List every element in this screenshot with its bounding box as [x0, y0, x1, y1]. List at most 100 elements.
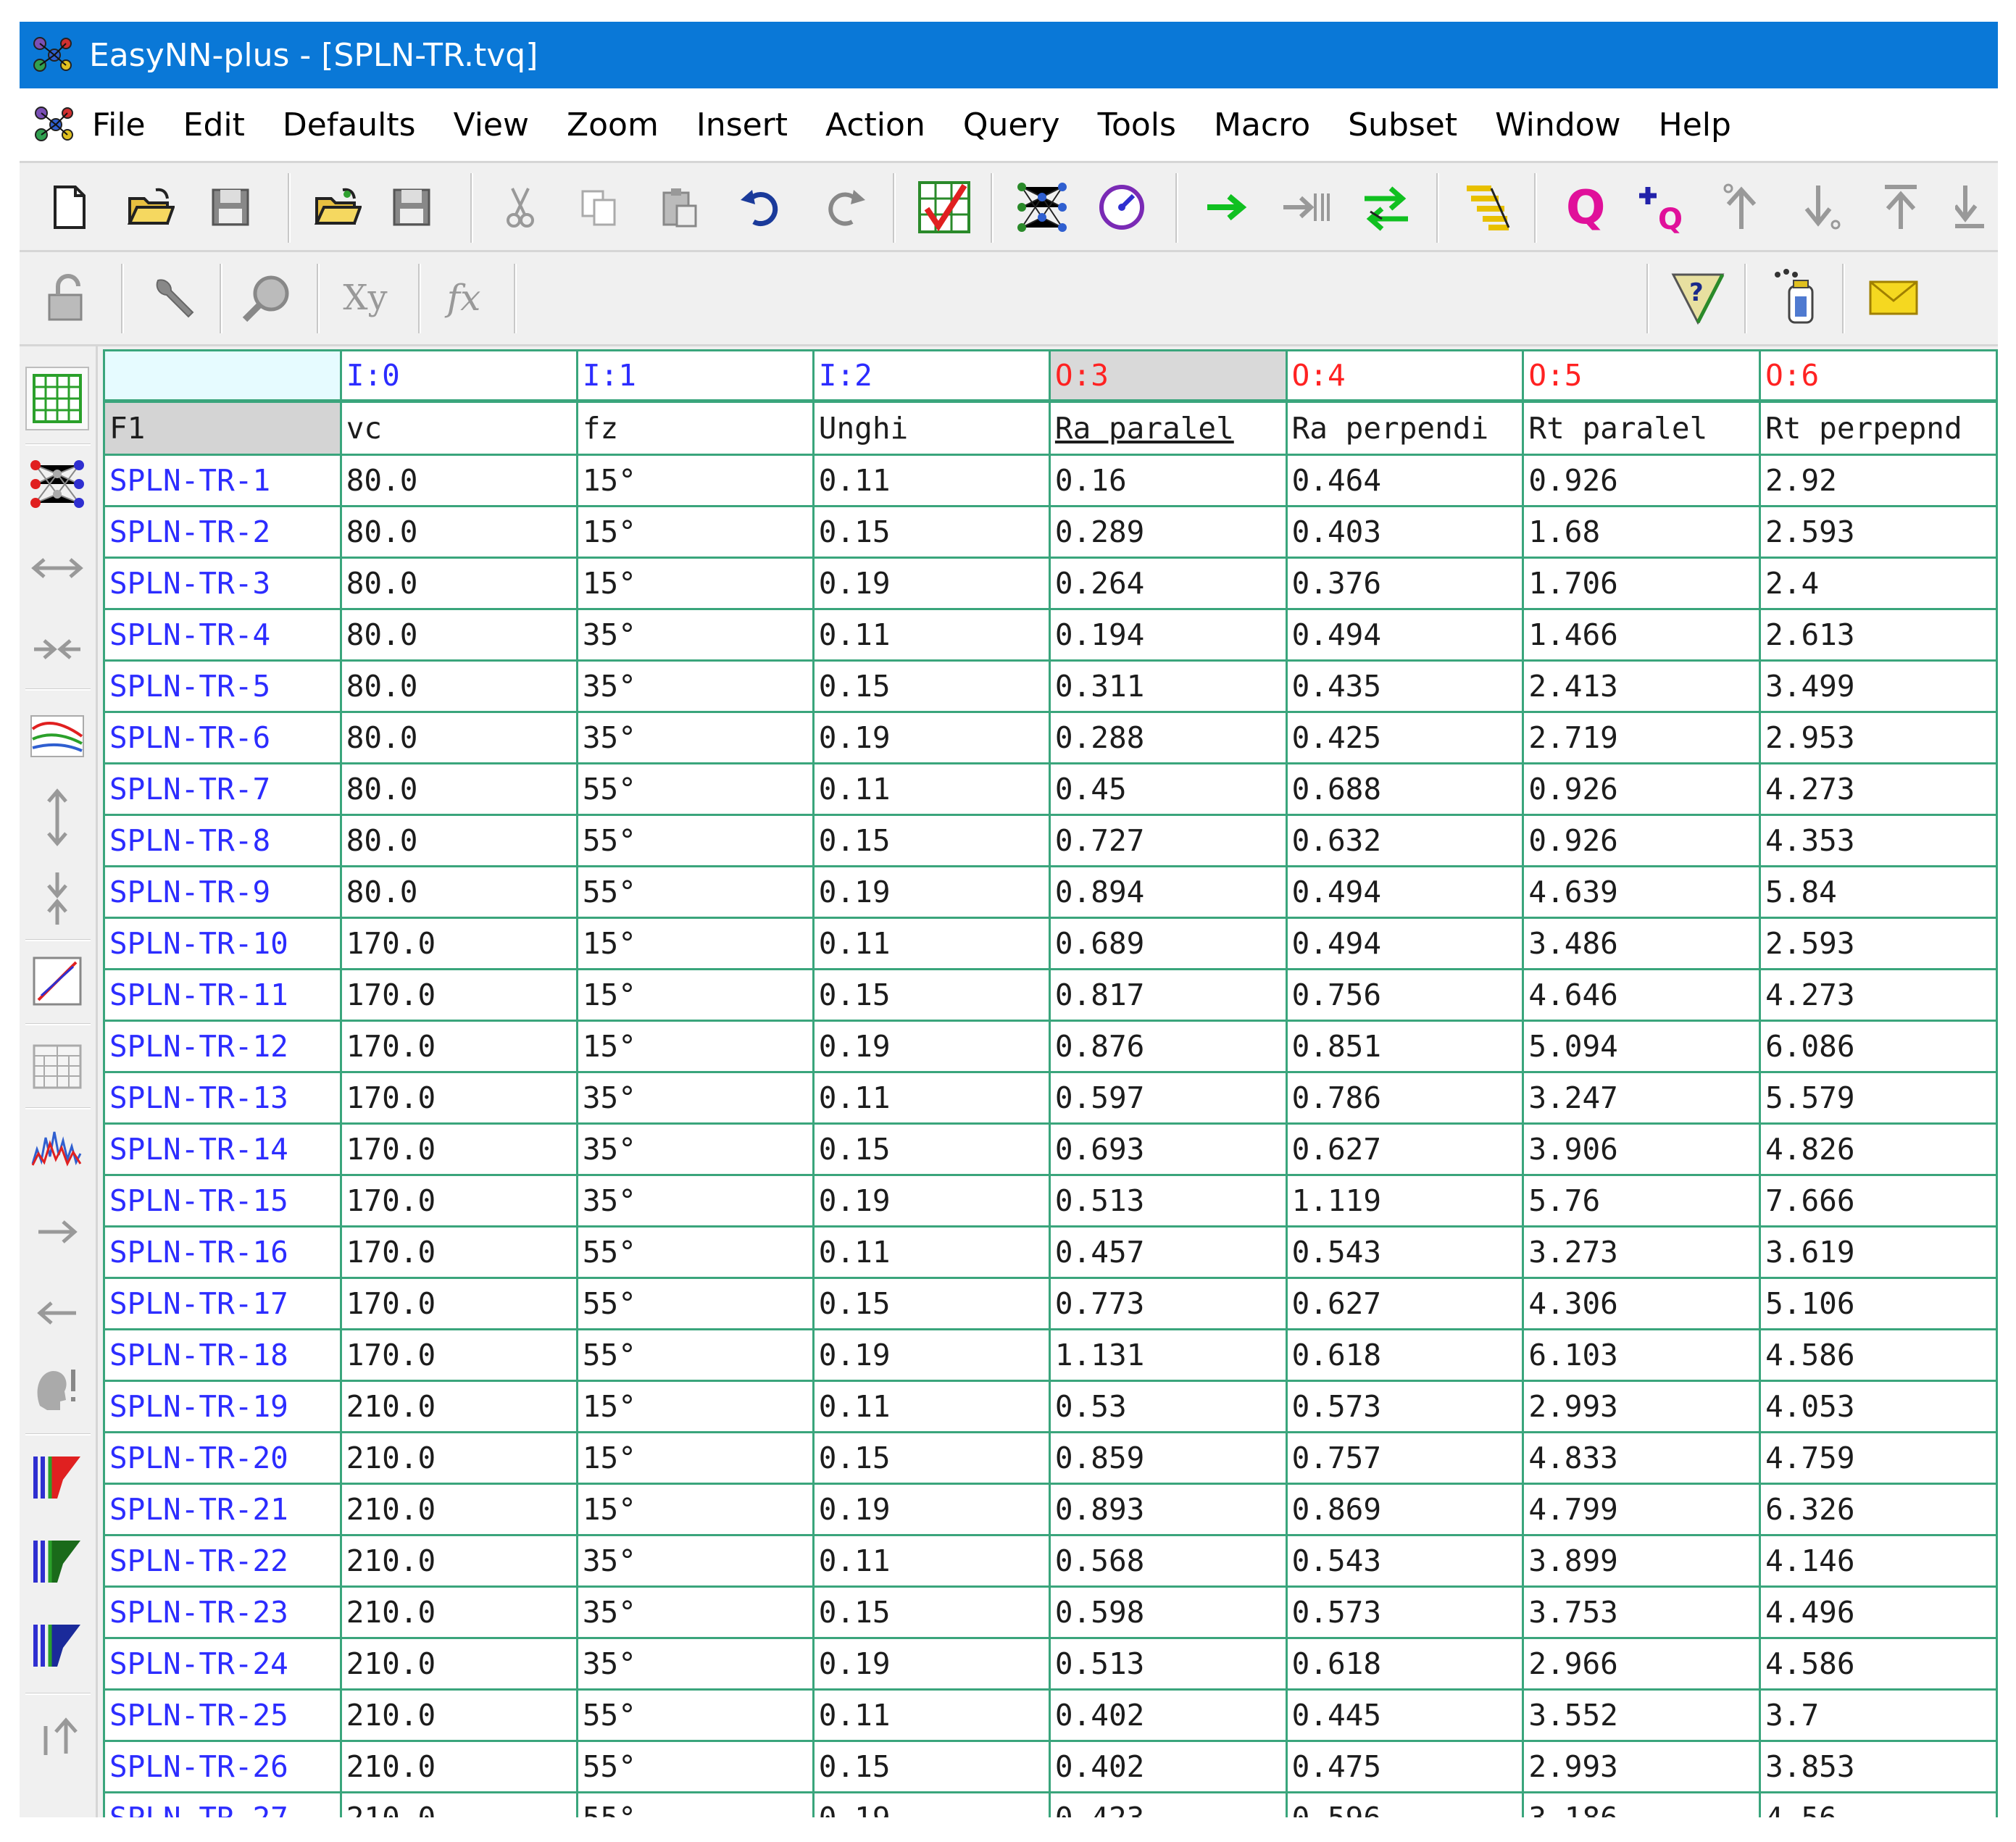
- table-cell[interactable]: 0.289: [1048, 505, 1288, 559]
- table-cell[interactable]: 170.0: [339, 1020, 578, 1073]
- table-cell[interactable]: 210.0: [339, 1585, 578, 1639]
- table-cell[interactable]: 1.466: [1522, 608, 1762, 662]
- grid-corner-cell[interactable]: [103, 349, 342, 403]
- table-cell[interactable]: 4.146: [1759, 1534, 1998, 1588]
- menu-file[interactable]: File: [92, 107, 146, 143]
- menu-subset[interactable]: Subset: [1348, 107, 1457, 143]
- table-cell[interactable]: 0.19: [812, 711, 1051, 764]
- table-cell[interactable]: 0.19: [812, 557, 1051, 610]
- new-network-button[interactable]: [1012, 178, 1072, 237]
- row-name-cell[interactable]: SPLN-TR-21: [103, 1483, 342, 1536]
- row-name-cell[interactable]: SPLN-TR-23: [103, 1585, 342, 1639]
- row-name-cell[interactable]: SPLN-TR-16: [103, 1225, 342, 1279]
- table-cell[interactable]: 4.826: [1759, 1122, 1998, 1176]
- table-cell[interactable]: 0.926: [1522, 762, 1762, 816]
- table-cell[interactable]: 0.11: [812, 1071, 1051, 1125]
- table-cell[interactable]: 2.593: [1759, 917, 1998, 970]
- table-cell[interactable]: 0.618: [1285, 1328, 1525, 1382]
- table-cell[interactable]: 3.486: [1522, 917, 1762, 970]
- table-cell[interactable]: 0.194: [1048, 608, 1288, 662]
- function-button[interactable]: fx: [434, 268, 493, 328]
- save-network-button[interactable]: [382, 178, 441, 237]
- table-cell[interactable]: 1.131: [1048, 1328, 1288, 1382]
- table-cell[interactable]: 0.288: [1048, 711, 1288, 764]
- table-cell[interactable]: 0.19: [812, 865, 1051, 919]
- column-index-o6[interactable]: O:6: [1759, 349, 1998, 403]
- column-name-rt-paralel[interactable]: Rt paralel: [1522, 400, 1762, 456]
- table-cell[interactable]: 0.45: [1048, 762, 1288, 816]
- table-cell[interactable]: 6.086: [1759, 1020, 1998, 1073]
- table-cell[interactable]: 0.457: [1048, 1225, 1288, 1279]
- table-cell[interactable]: 55°: [575, 1740, 815, 1793]
- table-cell[interactable]: 0.627: [1285, 1277, 1525, 1330]
- row-name-cell[interactable]: SPLN-TR-18: [103, 1328, 342, 1382]
- table-cell[interactable]: 0.11: [812, 1688, 1051, 1742]
- table-view-button[interactable]: [25, 1035, 89, 1099]
- row-name-cell[interactable]: SPLN-TR-7: [103, 762, 342, 816]
- open-network-button[interactable]: [308, 178, 367, 237]
- table-cell[interactable]: 35°: [575, 1585, 815, 1639]
- table-cell[interactable]: 5.106: [1759, 1277, 1998, 1330]
- new-file-button[interactable]: [40, 178, 99, 237]
- table-cell[interactable]: 0.494: [1285, 917, 1525, 970]
- row-name-cell[interactable]: SPLN-TR-9: [103, 865, 342, 919]
- easynn-menu-icon[interactable]: [31, 103, 75, 146]
- table-cell[interactable]: 4.586: [1759, 1328, 1998, 1382]
- menu-macro[interactable]: Macro: [1214, 107, 1310, 143]
- menu-edit[interactable]: Edit: [183, 107, 245, 143]
- lock-button[interactable]: [37, 268, 96, 328]
- column-name-ra-perpendi[interactable]: Ra perpendi: [1285, 400, 1525, 456]
- query-button[interactable]: Q: [1552, 178, 1612, 237]
- table-cell[interactable]: 3.247: [1522, 1071, 1762, 1125]
- table-cell[interactable]: 0.693: [1048, 1122, 1288, 1176]
- table-cell[interactable]: 35°: [575, 1071, 815, 1125]
- column-name-unghi[interactable]: Unghi: [812, 400, 1051, 456]
- table-cell[interactable]: 15°: [575, 968, 815, 1022]
- table-cell[interactable]: 0.543: [1285, 1534, 1525, 1588]
- table-cell[interactable]: 210.0: [339, 1740, 578, 1793]
- table-cell[interactable]: 0.19: [812, 1328, 1051, 1382]
- row-name-cell[interactable]: SPLN-TR-20: [103, 1431, 342, 1485]
- row-name-cell[interactable]: SPLN-TR-26: [103, 1740, 342, 1793]
- table-cell[interactable]: 4.759: [1759, 1431, 1998, 1485]
- table-cell[interactable]: 5.76: [1522, 1174, 1762, 1228]
- row-name-cell[interactable]: SPLN-TR-5: [103, 659, 342, 713]
- table-cell[interactable]: 0.11: [812, 917, 1051, 970]
- table-cell[interactable]: 0.568: [1048, 1534, 1288, 1588]
- importance-green-button[interactable]: [25, 1529, 89, 1593]
- table-cell[interactable]: 4.053: [1759, 1380, 1998, 1433]
- table-cell[interactable]: 35°: [575, 1637, 815, 1691]
- table-cell[interactable]: 0.19: [812, 1791, 1051, 1817]
- paste-button[interactable]: [650, 178, 709, 237]
- table-cell[interactable]: 0.15: [812, 505, 1051, 559]
- table-cell[interactable]: 0.859: [1048, 1431, 1288, 1485]
- table-cell[interactable]: 0.53: [1048, 1380, 1288, 1433]
- table-cell[interactable]: 0.494: [1285, 865, 1525, 919]
- table-cell[interactable]: 3.7: [1759, 1688, 1998, 1742]
- table-cell[interactable]: 0.773: [1048, 1277, 1288, 1330]
- table-cell[interactable]: 0.15: [812, 1277, 1051, 1330]
- graph-view-button[interactable]: [25, 704, 89, 768]
- table-cell[interactable]: 210.0: [339, 1431, 578, 1485]
- sort-up-button[interactable]: [25, 1701, 89, 1765]
- table-cell[interactable]: 0.435: [1285, 659, 1525, 713]
- table-cell[interactable]: 55°: [575, 1688, 815, 1742]
- table-cell[interactable]: 4.306: [1522, 1277, 1762, 1330]
- back-button[interactable]: [25, 1281, 89, 1345]
- table-cell[interactable]: 0.15: [812, 968, 1051, 1022]
- table-cell[interactable]: 55°: [575, 1277, 815, 1330]
- table-cell[interactable]: 2.613: [1759, 608, 1998, 662]
- row-name-cell[interactable]: SPLN-TR-24: [103, 1637, 342, 1691]
- open-file-button[interactable]: [121, 178, 180, 237]
- table-cell[interactable]: 0.15: [812, 1585, 1051, 1639]
- table-cell[interactable]: 0.543: [1285, 1225, 1525, 1279]
- view-button[interactable]: [237, 268, 296, 328]
- undo-button[interactable]: [730, 178, 789, 237]
- table-cell[interactable]: 80.0: [339, 711, 578, 764]
- table-cell[interactable]: 0.19: [812, 1174, 1051, 1228]
- table-cell[interactable]: 2.953: [1759, 711, 1998, 764]
- table-cell[interactable]: 0.876: [1048, 1020, 1288, 1073]
- maximize-button[interactable]: [1871, 178, 1930, 237]
- table-cell[interactable]: 170.0: [339, 1122, 578, 1176]
- row-name-cell[interactable]: SPLN-TR-17: [103, 1277, 342, 1330]
